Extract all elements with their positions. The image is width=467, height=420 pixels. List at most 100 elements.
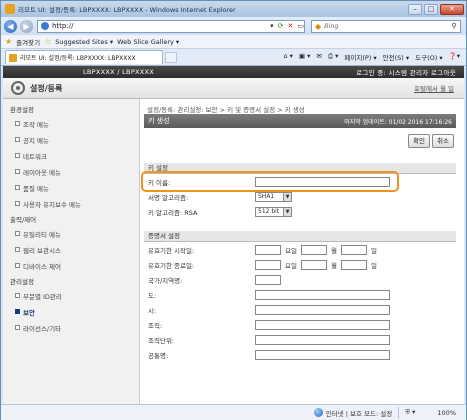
sidebar-group-output-control: 출력/제어 [10,216,37,224]
valid-end-label: 유효기한 종료일: [148,261,195,270]
country-label: 국가/지역명: [148,276,183,285]
protected-mode-icon[interactable]: ⛨ ▾ [405,408,415,417]
divider [398,406,400,419]
section-title: 키 생성 [148,117,170,125]
bing-icon: ◆ [315,21,322,31]
day-suffix: 일 [370,246,377,255]
forward-icon[interactable]: ▶ [20,19,33,33]
sidebar-item-network[interactable]: 네트워크 [3,148,139,164]
organization-input[interactable] [255,319,390,330]
portal-link[interactable]: 포털에서 월 일 [414,83,454,93]
valid-start-day-input[interactable] [340,244,367,255]
common-name-input[interactable] [255,349,390,360]
certificate-settings-heading: 증명서 설정 [144,231,456,242]
sidebar-item-notice-menu[interactable]: 공지 메뉴 [3,132,139,148]
cancel-button[interactable]: 취소 [432,134,454,148]
valid-end-day-input[interactable] [340,259,367,270]
key-length-select[interactable]: 512 bit ▼ [255,206,292,217]
new-tab-button[interactable] [165,51,177,63]
product-bar: LBPXXXX / LBPXXXX 로그인 중: 시스템 관리자 로그아웃 [3,66,464,78]
signature-algorithm-label: 서명 알고리즘: [148,193,189,202]
compat-icon[interactable]: ▭ [297,22,304,30]
signature-algorithm-select[interactable]: SHA1 ▼ [255,191,292,202]
ok-button[interactable]: 확인 [408,134,431,148]
tools-menu[interactable]: 도구(O) ▾ [415,52,442,62]
suggested-sites-link[interactable]: Suggested Sites ▾ [55,38,113,46]
sidebar-item-security[interactable]: 보안 [3,304,139,320]
org-unit-row: 조직단위: [144,332,456,347]
search-icon[interactable]: ⚲ [448,22,460,30]
favorites-bar: ★ 즐겨찾기 ☆ Suggested Sites ▾ Web Slice Gal… [1,35,466,49]
search-box[interactable]: ◆ ⚲ [311,19,461,33]
page-menu[interactable]: 페이지(P) ▾ [344,52,376,62]
title-bar: 리모트 UI: 설정/등록: LBPXXXX: LBPXXXX - Window… [1,1,466,17]
home-icon[interactable]: ⌂ ▾ [283,52,292,62]
dropdown-icon[interactable]: ▾ [270,22,274,30]
page-header: 설정/등록 포털에서 월 일 [3,78,464,99]
back-icon[interactable]: ◀ [4,19,17,33]
safety-menu[interactable]: 안전(S) ▾ [383,52,410,62]
web-slice-gallery-link[interactable]: Web Slice Gallery ▾ [117,38,179,46]
sidebar-item-operation-menu[interactable]: 조작 메뉴 [3,116,139,132]
chevron-down-icon: ▼ [283,207,291,216]
signature-algorithm-value: SHA1 [258,193,275,200]
action-buttons: 확인 취소 [144,131,456,151]
state-input[interactable] [255,289,390,300]
month-suffix: 월 [330,261,337,270]
year-suffix: 요일 [285,246,297,255]
address-field[interactable]: http:// ▾ ⟳ ✕ ▭ [37,19,305,33]
tab-label: 리모트 UI: 설정/등록: LBPXXXX: LBPXXXX [20,55,136,62]
valid-end-row: 유효기한 종료일: 요일 월 일 [144,257,456,272]
security-zone[interactable]: 인터넷 | 보호 모드: 설정 [313,408,393,418]
org-unit-label: 조직단위: [148,336,175,345]
app-icon [5,4,15,14]
key-algorithm-label: 키 알고리즘: RSA [148,208,198,217]
feeds-icon[interactable]: ▣ ▾ [299,52,310,62]
sidebar-item-department-id[interactable]: 부문별 ID관리 [3,288,139,304]
globe-icon [313,408,323,417]
window-title: 리모트 UI: 설정/등록: LBPXXXX: LBPXXXX - Window… [18,6,236,14]
org-unit-input[interactable] [255,334,390,345]
product-name: LBPXXXX / LBPXXXX [83,68,155,76]
minimize-button[interactable]: – [408,3,422,15]
country-input[interactable] [255,274,281,285]
organization-row: 조직: [144,317,456,332]
sidebar-item-layout-menu[interactable]: 레이아웃 메뉴 [3,164,139,180]
sidebar-item-web-storage[interactable]: 웹리 보관시스 [3,242,139,258]
sidebar-item-license-other[interactable]: 라이선스/기타 [3,320,139,336]
mail-icon[interactable]: ✉ [316,52,321,62]
valid-start-month-input[interactable] [300,244,327,255]
city-input[interactable] [255,304,390,315]
sidebar-item-quality-menu[interactable]: 품질 메뉴 [3,180,139,196]
sidebar-item-device-control[interactable]: 디바이스 제어 [3,258,139,274]
search-input[interactable] [324,22,448,30]
main-content: 설정/등록: 관리설정: 보안 > 키 및 증명서 설정 > 키 생성 키 생성… [141,99,460,404]
valid-start-label: 유효기한 시작일: [148,246,195,255]
status-bar: 인터넷 | 보호 모드: 설정 ⛨ ▾ 100% [1,404,466,420]
print-icon[interactable]: ⎙ ▾ [328,52,339,62]
zone-label: 인터넷 | 보호 모드: 설정 [325,409,393,418]
close-button[interactable]: ✕ [440,3,464,15]
favorites-star-icon[interactable]: ★ [5,37,12,46]
zoom-level[interactable]: 100% [437,409,456,417]
stop-icon[interactable]: ✕ [288,22,294,30]
sidebar-group-management: 관리설정 [10,278,34,286]
valid-start-year-input[interactable] [255,244,281,255]
month-suffix: 월 [330,246,337,255]
login-status[interactable]: 로그인 중: 시스템 관리자 로그아웃 [356,67,456,77]
address-url[interactable]: http:// [52,22,266,30]
organization-label: 조직: [148,321,163,330]
maximize-button[interactable]: □ [424,3,438,15]
sidebar-item-utility-menu[interactable]: 유틸리티 메뉴 [3,226,139,242]
browser-tab[interactable]: 리모트 UI: 설정/등록: LBPXXXX: LBPXXXX [5,50,163,64]
help-menu[interactable]: ❓▾ [449,52,460,62]
valid-end-year-input[interactable] [255,259,281,270]
web-page: LBPXXXX / LBPXXXX 로그인 중: 시스템 관리자 로그아웃 설정… [3,66,464,404]
refresh-icon[interactable]: ⟳ [278,22,284,30]
favorites-button[interactable]: 즐겨찾기 [16,37,40,47]
last-update: 마지막 업데이트: 01/02 2016 17:16:26 [344,118,452,126]
city-label: 시: [148,306,157,315]
add-favorite-icon[interactable]: ☆ [44,37,51,46]
sidebar-item-user-maintenance[interactable]: 사용자 유지보수 메뉴 [3,196,139,212]
valid-end-month-input[interactable] [300,259,327,270]
